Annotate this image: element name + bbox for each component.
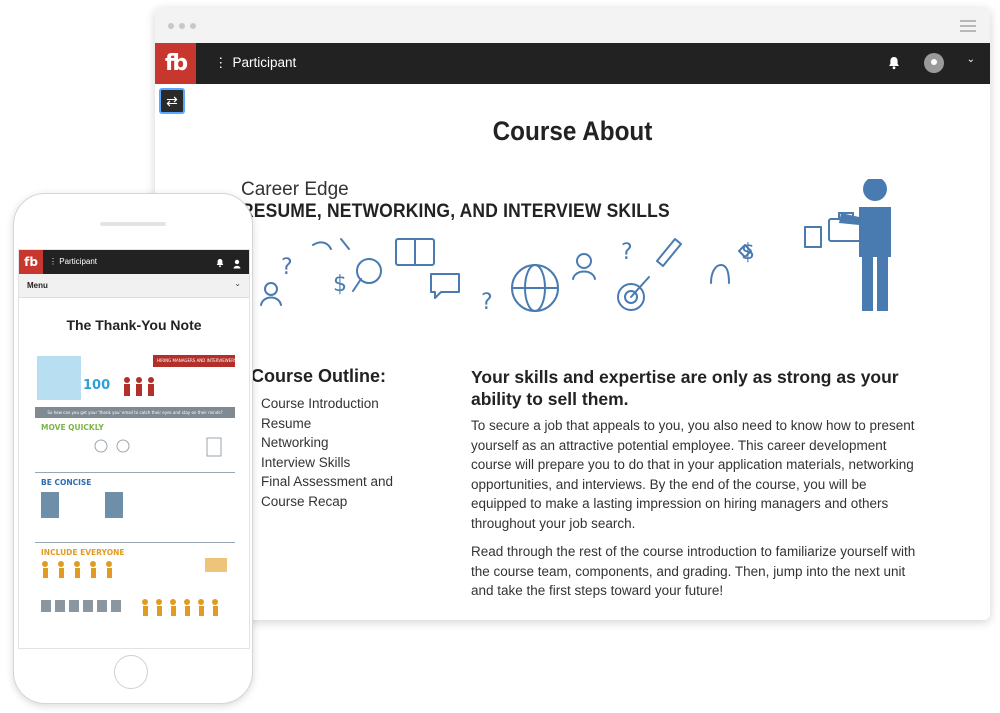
section-move-quickly: MOVE QUICKLY (41, 423, 104, 432)
outline-item[interactable]: Final Assessment and Course Recap (261, 472, 411, 511)
browser-chrome (155, 8, 990, 43)
mobile-bell-icon[interactable] (216, 255, 224, 273)
section-divider (35, 542, 235, 543)
infographic-header: HIRING MANAGERS AND INTERVIEWERS... (153, 355, 235, 367)
outline-item[interactable]: Course Introduction (261, 394, 411, 414)
svg-text:$: $ (741, 240, 755, 265)
desktop-browser-window: fb ⋮ Participant ⌄ ⇄ Course About Career … (155, 8, 990, 620)
mobile-brand-logo[interactable]: fb (19, 250, 43, 274)
intro-paragraph: To secure a job that appeals to you, you… (471, 418, 915, 531)
svg-text:?: ? (621, 240, 633, 265)
svg-text:?: ? (281, 255, 293, 280)
window-dots (168, 23, 196, 29)
mobile-screen: fb ⋮ Participant Menu ⌄ The Thank-You No… (18, 249, 250, 649)
mobile-app-header: fb ⋮ Participant (19, 250, 249, 274)
mobile-page-title: The Thank-You Note (66, 317, 202, 333)
chevron-down-icon: ⌄ (234, 279, 241, 288)
mobile-menu-label: Menu (27, 281, 48, 290)
mobile-menu-dropdown[interactable]: Menu ⌄ (19, 274, 249, 298)
mobile-role-switcher[interactable]: ⋮ Participant (49, 257, 97, 266)
mobile-role-label: Participant (59, 257, 98, 266)
infographic-band: So how can you get your 'thank you' emai… (35, 407, 235, 418)
svg-text:$: $ (333, 272, 347, 297)
hamburger-icon[interactable] (960, 20, 976, 35)
main-heading: Your skills and expertise are only as st… (471, 367, 899, 409)
banner-illustration: ??? $ $ (260, 179, 891, 315)
home-button[interactable] (114, 655, 148, 689)
infographic-art (37, 356, 227, 616)
bell-icon[interactable] (888, 56, 900, 75)
thank-you-infographic: 100 HIRING MANAGERS AND INTERVIEWERS... … (35, 352, 235, 642)
user-avatar[interactable] (924, 53, 944, 73)
outline-item[interactable]: Resume (261, 414, 411, 434)
page-content: ⇄ Course About Career Edge RESUME, NETWO… (155, 84, 990, 620)
kebab-icon: ⋮ (49, 257, 60, 266)
app-header: fb ⋮ Participant ⌄ (155, 43, 990, 84)
kebab-icon: ⋮ (214, 55, 228, 70)
outline-item[interactable]: Interview Skills (261, 453, 411, 473)
section-divider (35, 472, 235, 473)
phone-speaker (100, 222, 166, 226)
chevron-down-icon[interactable]: ⌄ (967, 54, 975, 65)
mobile-user-icon[interactable] (233, 256, 241, 274)
svg-text:?: ? (481, 290, 493, 315)
section-be-concise: BE CONCISE (41, 478, 92, 487)
mobile-device: fb ⋮ Participant Menu ⌄ The Thank-You No… (13, 193, 253, 704)
outline-item[interactable]: Networking (261, 433, 411, 453)
swap-arrows-icon[interactable]: ⇄ (159, 88, 185, 114)
course-outline-heading: Course Outline: (251, 366, 387, 386)
course-banner-image: Career Edge RESUME, NETWORKING, AND INTE… (241, 179, 901, 329)
stat-number: 100 (83, 378, 111, 393)
role-switcher[interactable]: ⋮ Participant (214, 55, 296, 71)
page-title: Course About (492, 116, 653, 146)
role-label: Participant (232, 55, 297, 70)
brand-logo[interactable]: fb (155, 43, 196, 84)
section-include-everyone: INCLUDE EVERYONE (41, 548, 125, 557)
next-steps-paragraph: Read through the rest of the course intr… (471, 544, 916, 599)
course-outline-list: Course Introduction Resume Networking In… (261, 394, 411, 512)
